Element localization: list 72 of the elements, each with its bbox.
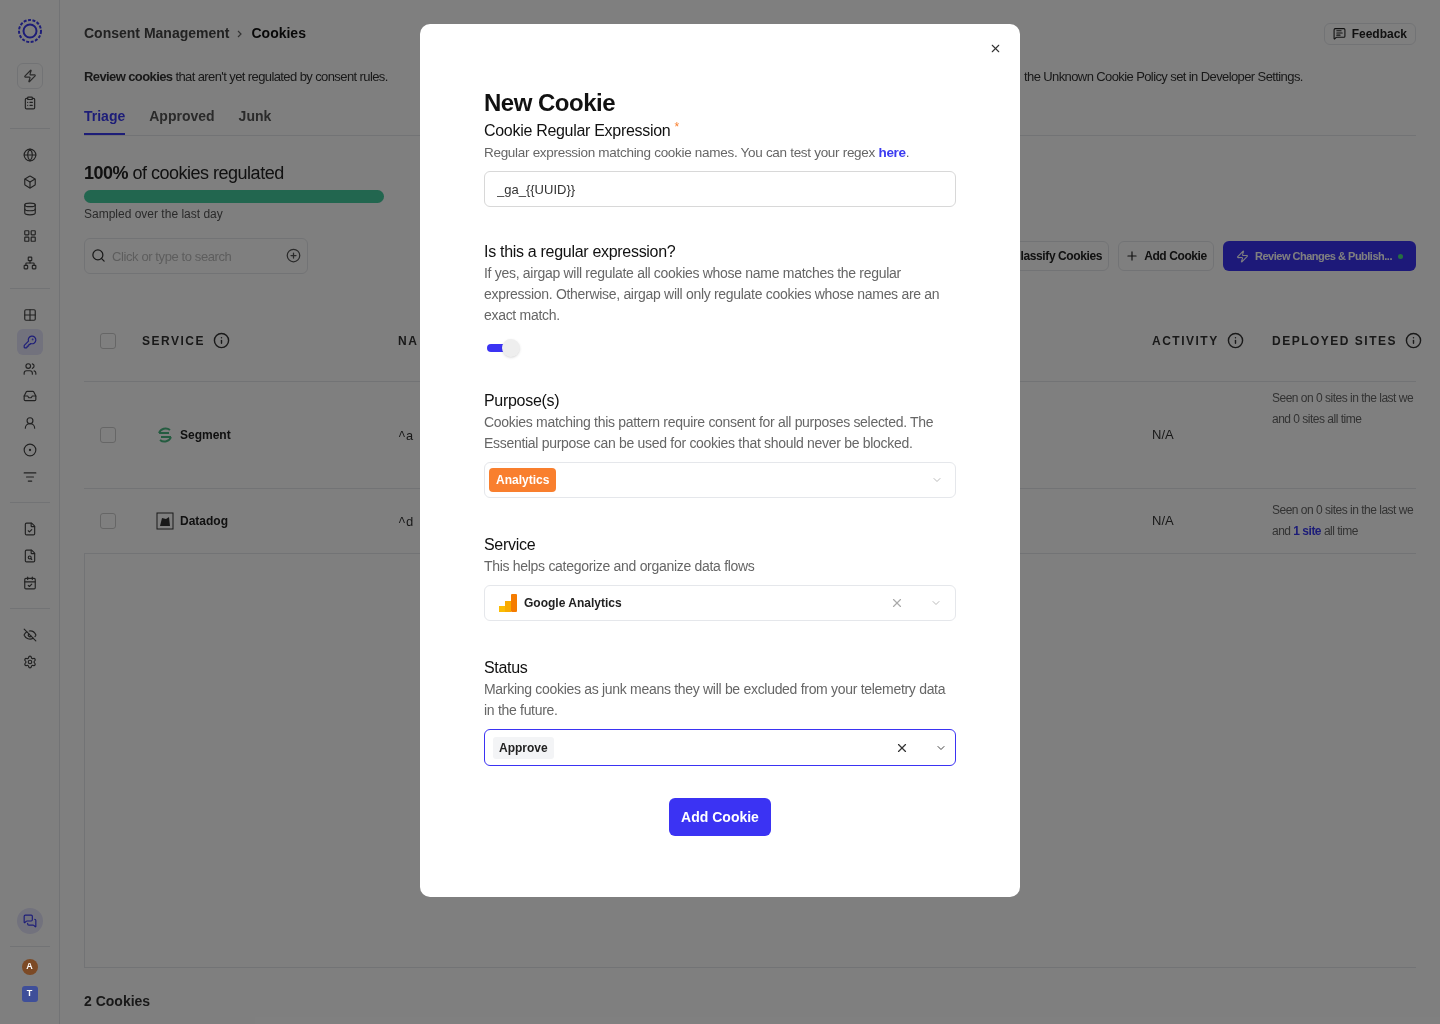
checkbox[interactable] — [100, 427, 116, 443]
sites-link[interactable]: 1 site — [1293, 521, 1322, 542]
add-cookie-button[interactable]: Add Cookie — [669, 798, 771, 836]
deployed-text: and 0 sites all time — [1272, 411, 1362, 428]
close-button[interactable] — [989, 42, 1002, 55]
feedback-button[interactable]: Feedback — [1323, 22, 1416, 45]
publish-button[interactable]: Review Changes & Publish... — [1223, 241, 1416, 271]
status-select[interactable]: Approve — [484, 729, 956, 766]
info-icon[interactable] — [212, 332, 230, 349]
description-text: Review cookies that aren't yet regulated by consent rules. — [84, 68, 389, 87]
field-description: Marking cookies as junk means they will be excluded from your telemetry data in the future. — [484, 680, 947, 720]
key-icon[interactable] — [16, 328, 43, 355]
select-value: Google Analytics — [524, 595, 622, 612]
chat-icon[interactable] — [16, 908, 43, 934]
zap-icon[interactable] — [16, 62, 43, 89]
tab[interactable]: Junk — [238, 106, 272, 135]
test-regex-link[interactable]: here — [878, 142, 906, 163]
service-name: Datadog — [180, 513, 228, 530]
dialog-title: New Cookie — [484, 88, 617, 118]
field-label: Status — [484, 658, 529, 678]
info-icon[interactable] — [1226, 332, 1244, 349]
field-label: Cookie Regular Expression — [484, 121, 671, 141]
cookie-count: 2 Cookies — [84, 992, 152, 1011]
activity-text: N/A — [1152, 426, 1175, 445]
checkbox[interactable] — [100, 513, 116, 529]
purpose-tag: Analytics — [489, 468, 557, 492]
add-filter-icon[interactable] — [286, 248, 301, 263]
column-header: SERVICE — [142, 332, 205, 350]
regex-input[interactable]: _ga_{{UUID}} — [484, 171, 956, 207]
field-description: . — [905, 144, 910, 162]
activity-text: N/A — [1152, 512, 1175, 531]
field-label: Is this a regular expression? — [484, 242, 677, 262]
service-name: Segment — [180, 427, 231, 444]
chevron-icon — [237, 29, 244, 38]
breadcrumb-current: Cookies — [251, 24, 306, 43]
bolt-icon — [1236, 249, 1250, 263]
cookie-name: ^a — [398, 429, 414, 444]
service-select[interactable]: Google Analytics — [484, 585, 956, 621]
column-header: DEPLOYED SITES — [1272, 332, 1398, 350]
field-description: This helps categorize and organize data flows — [484, 557, 756, 576]
field-description: Regular expression matching cookie names. You can test your regex — [484, 144, 876, 162]
avatar[interactable]: A — [21, 959, 38, 975]
column-header: NA — [398, 332, 419, 350]
bar-chart-icon — [498, 593, 518, 613]
deployed-text: all time — [1322, 523, 1358, 540]
field-description: Cookies matching this pattern require consent for all purposes selected. The Essential purpose can be used for cookies that should never be blocked. — [484, 413, 935, 453]
info-icon[interactable] — [1405, 332, 1423, 349]
purpose-select[interactable]: Analytics — [484, 462, 956, 498]
select-value: Approve — [493, 736, 554, 759]
search-icon — [91, 248, 106, 263]
avatar[interactable]: T — [21, 986, 38, 1002]
deployed-text: and — [1272, 523, 1292, 540]
required-mark: * — [674, 120, 680, 134]
logo-icon[interactable] — [16, 18, 43, 44]
regulated-title: 100% of cookies regulated — [84, 162, 285, 185]
field-label: Service — [484, 535, 537, 555]
tab[interactable]: Approved — [149, 106, 215, 135]
cookie-name: ^d — [398, 515, 414, 530]
caption-text: Sampled over the last day — [84, 206, 224, 223]
field-label: Purpose(s) — [484, 391, 561, 411]
deployed-text: Seen on 0 sites in the last we — [1272, 390, 1415, 407]
breadcrumb-link[interactable]: Consent Management — [84, 23, 230, 44]
segment-logo — [156, 426, 174, 444]
column-header: ACTIVITY — [1152, 332, 1219, 350]
plus-icon — [1125, 249, 1140, 263]
message-icon — [1332, 27, 1346, 40]
checkbox[interactable] — [100, 332, 116, 349]
deployed-text: Seen on 0 sites in the last we — [1272, 502, 1415, 519]
add-cookie-button[interactable]: Add Cookie — [1118, 241, 1214, 271]
description-text: the Unknown Cookie Policy set in Developer Settings. — [1024, 68, 1303, 87]
field-description: If yes, airgap will regulate all cookies whose name matches the regular expression. Otherwise, airgap will only regulate cookies whose names are an exact match. — [484, 264, 941, 325]
tab[interactable]: Triage — [84, 106, 126, 135]
